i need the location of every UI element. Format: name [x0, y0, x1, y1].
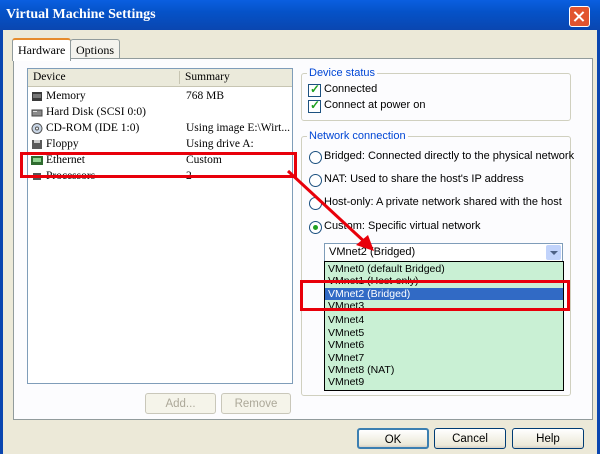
help-button[interactable]: Help [512, 428, 584, 449]
connected-label: Connected [324, 83, 378, 95]
network-option-vmnet4[interactable]: VMnet4 [325, 314, 563, 326]
connect-at-power-on-checkbox[interactable] [308, 98, 321, 113]
network-option-vmnet0[interactable]: VMnet0 (default Bridged) [325, 263, 563, 275]
add-button[interactable]: Add... [145, 393, 216, 414]
device-row-memory[interactable]: Memory 768 MB [28, 89, 292, 105]
bridged-label: Bridged: Connected directly to the physi… [324, 150, 575, 162]
device-row-floppy[interactable]: Floppy Using drive A: [28, 137, 292, 153]
annotation-arrow-icon [286, 169, 374, 251]
network-option-vmnet8[interactable]: VMnet8 (NAT) [325, 364, 563, 376]
column-header-summary[interactable]: Summary [185, 71, 230, 83]
device-status-group: Device status [301, 67, 571, 121]
device-row-hard-disk[interactable]: Hard Disk (SCSI 0:0) [28, 105, 292, 121]
cdrom-icon [31, 123, 43, 134]
device-list[interactable]: Device Summary Memory 768 MB Hard Disk (… [27, 68, 293, 384]
remove-button[interactable]: Remove [221, 393, 291, 414]
network-option-vmnet5[interactable]: VMnet5 [325, 327, 563, 339]
window-border-left [0, 30, 3, 454]
vmnet2-highlight-box [300, 280, 570, 311]
network-option-vmnet9[interactable]: VMnet9 [325, 376, 563, 388]
ethernet-highlight-box [20, 152, 297, 178]
device-status-title: Device status [307, 67, 378, 79]
bridged-radio[interactable] [309, 151, 322, 164]
ok-button[interactable]: OK [357, 428, 429, 449]
device-name: Floppy [46, 138, 79, 150]
tab-hardware[interactable]: Hardware [12, 38, 72, 61]
column-header-device[interactable]: Device [33, 71, 66, 83]
network-option-vmnet7[interactable]: VMnet7 [325, 352, 563, 364]
device-name: Memory [46, 90, 86, 102]
device-row-cdrom[interactable]: CD-ROM (IDE 1:0) Using image E:\Wirt... [28, 121, 292, 137]
chevron-down-icon[interactable] [546, 245, 561, 260]
network-connection-title: Network connection [307, 130, 408, 142]
device-summary: Using drive A: [186, 138, 254, 150]
memory-icon [32, 92, 42, 101]
device-summary: Using image E:\Wirt... [186, 122, 290, 134]
connected-checkbox[interactable] [308, 82, 321, 97]
device-list-header: Device Summary [28, 69, 292, 87]
device-summary: 768 MB [186, 90, 225, 102]
tab-options[interactable]: Options [70, 39, 121, 60]
network-option-vmnet6[interactable]: VMnet6 [325, 339, 563, 351]
device-name: CD-ROM (IDE 1:0) [46, 122, 140, 134]
device-name: Hard Disk (SCSI 0:0) [46, 106, 146, 118]
floppy-icon [32, 140, 42, 149]
hard-disk-icon [31, 109, 43, 117]
title-bar: Virtual Machine Settings [0, 0, 600, 30]
window-title: Virtual Machine Settings [6, 7, 156, 22]
cancel-button[interactable]: Cancel [434, 428, 506, 449]
close-button[interactable] [569, 6, 590, 27]
connect-at-power-on-label: Connect at power on [324, 99, 426, 111]
